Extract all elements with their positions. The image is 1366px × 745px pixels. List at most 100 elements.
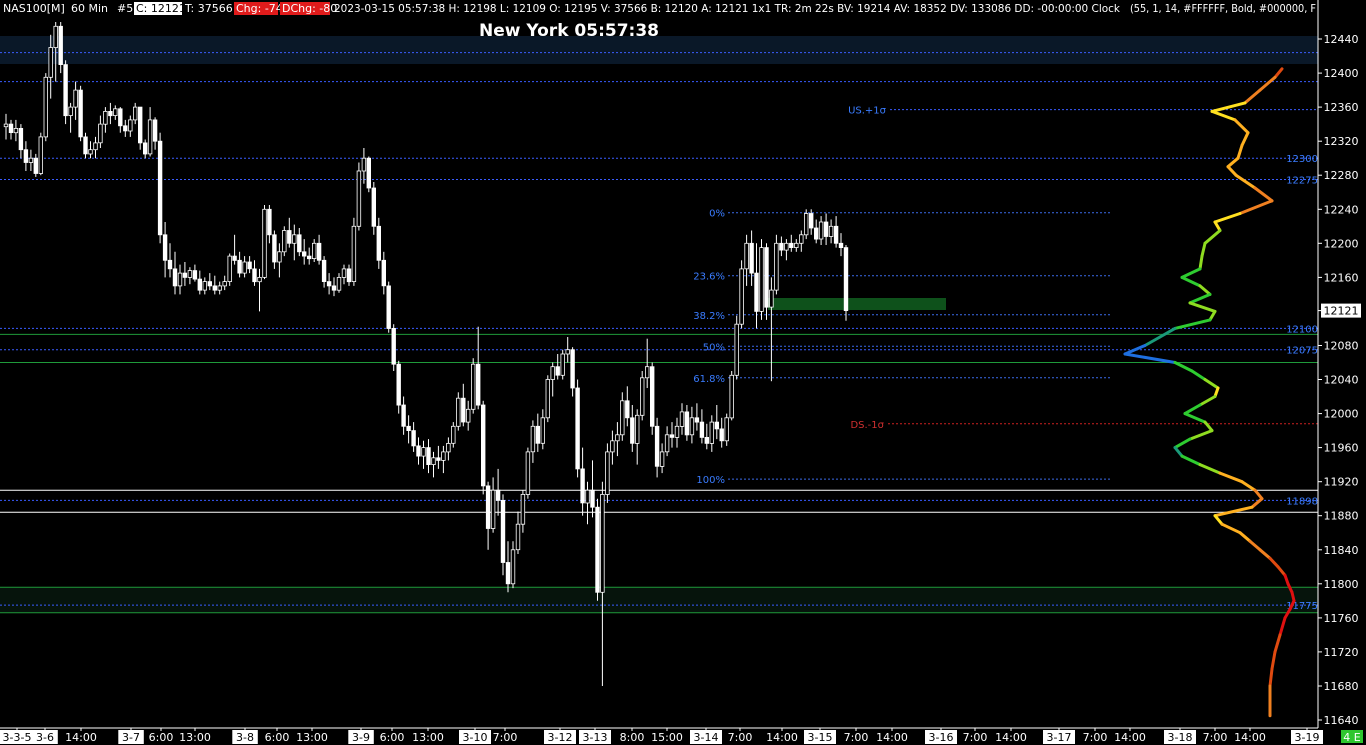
time-label: 14:00 (766, 731, 798, 744)
candle-body (520, 493, 526, 525)
candle-body (764, 247, 769, 308)
time-label: 6:00 (265, 731, 290, 744)
candle-body (436, 457, 441, 461)
candle (43, 73, 48, 142)
candle (595, 498, 600, 601)
price-label: 11960 (1324, 442, 1359, 455)
level-label: 12075 (1286, 346, 1318, 357)
candle-body (490, 489, 496, 529)
price-label: 12360 (1324, 101, 1359, 114)
candle-body (341, 268, 347, 278)
candle-body (326, 281, 332, 287)
resistance-zone (0, 36, 1318, 64)
time-label: 8:00 (620, 731, 645, 744)
candle-body (585, 489, 590, 504)
candle (545, 375, 550, 423)
candle (386, 281, 391, 333)
candle (739, 260, 744, 329)
current-price-label: 12121 (1324, 305, 1359, 318)
fib-label: 100% (696, 475, 725, 486)
price-chart[interactable]: 123001227512100120751189811775US.+1σDS.-… (0, 0, 1366, 745)
candle-body (441, 451, 446, 461)
date-label: 3-8 (236, 731, 254, 744)
date-label: 3-10 (463, 731, 488, 744)
candle-body (465, 408, 471, 423)
candle-body (828, 225, 834, 237)
candle-body (823, 221, 829, 237)
candle-body (331, 285, 337, 291)
candle-body (381, 259, 386, 287)
date-label: 3-18 (1168, 731, 1193, 744)
candle (38, 132, 43, 176)
candle-body (142, 142, 148, 155)
time-label: 7:00 (1203, 731, 1228, 744)
candle-body (292, 234, 297, 244)
candle-body (421, 447, 426, 457)
candle-body (401, 404, 406, 427)
candle-body (366, 157, 371, 189)
candle-body (600, 493, 605, 593)
level-label: 11898 (1286, 496, 1318, 507)
date-label: 3-17 (1047, 731, 1072, 744)
candle-body (540, 417, 545, 444)
candle-body (739, 268, 744, 325)
candle-body (451, 425, 456, 444)
time-label: 13:00 (179, 731, 211, 744)
candle-body (78, 89, 83, 138)
candle-body (53, 25, 58, 48)
candle-body (187, 270, 193, 278)
candle-body (674, 425, 680, 438)
candle-body (192, 270, 198, 280)
header-interval: 60 Min (71, 2, 108, 15)
sd-lower-label: DS.-1σ (850, 420, 884, 431)
candle (356, 162, 362, 231)
candle-body (814, 227, 819, 240)
candle-body (645, 366, 650, 379)
candle-body (635, 414, 640, 444)
candle (650, 362, 655, 435)
time-label: 7:00 (728, 731, 753, 744)
candle-body (679, 411, 685, 427)
candle-body (818, 221, 824, 240)
candle-body (625, 400, 630, 419)
candle-body (615, 434, 620, 442)
candle-body (480, 404, 486, 487)
candle-body (38, 136, 43, 174)
date-label: 3-9 (352, 731, 370, 744)
candle-body (640, 377, 645, 416)
price-label: 12400 (1324, 67, 1359, 80)
date-label: 3-13 (583, 731, 608, 744)
candle-body (63, 64, 68, 117)
candle-body (242, 261, 247, 274)
candle-body (361, 157, 367, 172)
candle (575, 379, 580, 478)
candle-body (630, 417, 635, 444)
candle (640, 371, 645, 421)
candle-body (371, 187, 376, 227)
fib-label: 0% (709, 209, 725, 220)
header-study-info: (55, 1, 14, #FFFFFF, Bold, #000000, F (1130, 2, 1316, 15)
candle-body (152, 119, 158, 142)
candle (456, 392, 461, 431)
candle-body (172, 268, 178, 287)
candle-body (709, 421, 714, 444)
candle-body (336, 276, 342, 291)
header-info: NAS100[M] 60 Min #5 C: 12121 T: 37566 Ch… (3, 2, 1316, 15)
price-label: 11840 (1324, 544, 1359, 557)
time-label: 14:00 (876, 731, 908, 744)
time-label: 6:00 (149, 731, 174, 744)
candle-body (23, 149, 29, 163)
time-label: 7:00 (963, 731, 988, 744)
candle-body (396, 363, 401, 406)
candle-body (719, 428, 724, 442)
candle-body (555, 366, 560, 376)
candle-body (804, 213, 809, 236)
candle-body (729, 374, 734, 419)
candle-body (610, 440, 615, 453)
candle-body (391, 327, 396, 365)
header-dchg: DChg: -80 (282, 2, 337, 15)
candle-body (297, 234, 302, 253)
candle-body (794, 242, 799, 249)
header-symbol: NAS100[M] (3, 2, 65, 15)
candle-body (132, 106, 138, 121)
